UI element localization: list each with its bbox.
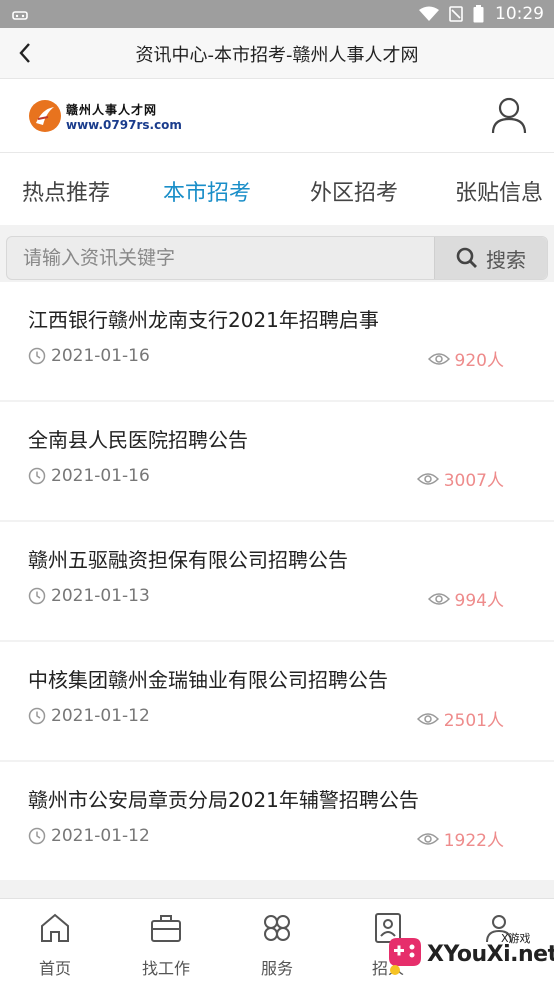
clock-icon bbox=[28, 587, 46, 605]
site-logo[interactable]: 赣州人事人才网 www.0797rs.com bbox=[28, 97, 182, 137]
logo-mark-icon bbox=[28, 99, 62, 137]
eye-icon bbox=[416, 472, 439, 485]
logo-url: www.0797rs.com bbox=[66, 118, 182, 132]
watermark: X游戏 XYouXi.net bbox=[383, 926, 554, 982]
site-header: 赣州人事人才网 www.0797rs.com bbox=[0, 79, 554, 153]
eye-icon bbox=[427, 352, 450, 365]
eye-icon bbox=[416, 832, 439, 845]
home-icon bbox=[41, 913, 69, 942]
user-icon bbox=[491, 97, 527, 134]
news-date: 2021-01-12 bbox=[28, 826, 150, 846]
news-date: 2021-01-13 bbox=[28, 586, 150, 606]
logo-name: 赣州人事人才网 bbox=[66, 103, 158, 117]
clock-icon bbox=[28, 347, 46, 365]
news-title: 中核集团赣州金瑞铀业有限公司招聘公告 bbox=[28, 668, 388, 692]
eye-icon bbox=[416, 712, 439, 725]
watermark-logo-icon bbox=[389, 938, 421, 975]
list-item[interactable]: 全南县人民医院招聘公告 2021-01-16 3007人 bbox=[0, 402, 554, 520]
news-title: 赣州五驱融资担保有限公司招聘公告 bbox=[28, 548, 348, 572]
news-title: 江西银行赣州龙南支行2021年招聘启事 bbox=[28, 308, 379, 332]
page-title: 资讯中心-本市招考-赣州人事人才网 bbox=[135, 45, 419, 66]
tab-local-exams[interactable]: 本市招考 bbox=[163, 175, 251, 207]
category-tabs: 热点推荐 本市招考 外区招考 张贴信息 bbox=[0, 153, 554, 225]
tab-other-regions[interactable]: 外区招考 bbox=[310, 175, 398, 207]
eye-icon bbox=[427, 592, 450, 605]
nav-home[interactable]: 首页 bbox=[15, 911, 95, 979]
news-views: 2501人 bbox=[416, 706, 504, 731]
watermark-text: XYouXi.net bbox=[427, 942, 554, 967]
no-sim-icon bbox=[449, 6, 463, 26]
title-bar: 资讯中心-本市招考-赣州人事人才网 bbox=[0, 28, 554, 79]
notification-icon bbox=[12, 6, 28, 25]
news-date: 2021-01-16 bbox=[28, 466, 150, 486]
search-icon bbox=[456, 247, 477, 268]
list-item[interactable]: 江西银行赣州龙南支行2021年招聘启事 2021-01-16 920人 bbox=[0, 282, 554, 400]
search-bar: 搜索 bbox=[6, 236, 548, 280]
news-list: 江西银行赣州龙南支行2021年招聘启事 2021-01-16 920人 全南县人… bbox=[0, 282, 554, 882]
user-profile-button[interactable] bbox=[490, 95, 528, 135]
tab-hot[interactable]: 热点推荐 bbox=[22, 175, 110, 207]
news-date: 2021-01-16 bbox=[28, 346, 150, 366]
clover-icon bbox=[264, 915, 290, 941]
status-bar: 10:29 bbox=[0, 0, 554, 28]
wifi-icon bbox=[419, 6, 439, 26]
search-input[interactable] bbox=[7, 237, 435, 279]
clock-icon bbox=[28, 467, 46, 485]
tab-postings[interactable]: 张贴信息 bbox=[455, 175, 543, 207]
nav-find-job[interactable]: 找工作 bbox=[126, 911, 206, 979]
news-views: 994人 bbox=[427, 586, 504, 611]
news-views: 920人 bbox=[427, 346, 504, 371]
news-title: 赣州市公安局章贡分局2021年辅警招聘公告 bbox=[28, 788, 419, 812]
nav-services[interactable]: 服务 bbox=[237, 911, 317, 979]
clock-icon bbox=[28, 707, 46, 725]
news-views: 3007人 bbox=[416, 466, 504, 491]
news-title: 全南县人民医院招聘公告 bbox=[28, 428, 248, 452]
list-item[interactable]: 赣州市公安局章贡分局2021年辅警招聘公告 2021-01-12 1922人 bbox=[0, 762, 554, 880]
clock-icon bbox=[28, 827, 46, 845]
list-item[interactable]: 赣州五驱融资担保有限公司招聘公告 2021-01-13 994人 bbox=[0, 522, 554, 640]
news-date: 2021-01-12 bbox=[28, 706, 150, 726]
status-time: 10:29 bbox=[495, 4, 544, 24]
list-item[interactable]: 中核集团赣州金瑞铀业有限公司招聘公告 2021-01-12 2501人 bbox=[0, 642, 554, 760]
news-views: 1922人 bbox=[416, 826, 504, 851]
search-button[interactable]: 搜索 bbox=[434, 237, 547, 279]
briefcase-icon bbox=[151, 915, 181, 942]
search-button-label: 搜索 bbox=[486, 247, 526, 272]
battery-icon bbox=[473, 5, 484, 27]
